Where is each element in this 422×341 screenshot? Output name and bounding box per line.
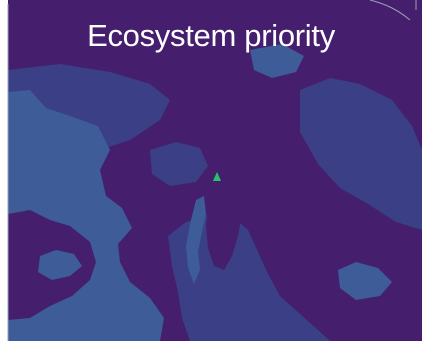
map-title: Ecosystem priority [87,18,335,53]
priority-map: Ecosystem priority [0,0,422,341]
